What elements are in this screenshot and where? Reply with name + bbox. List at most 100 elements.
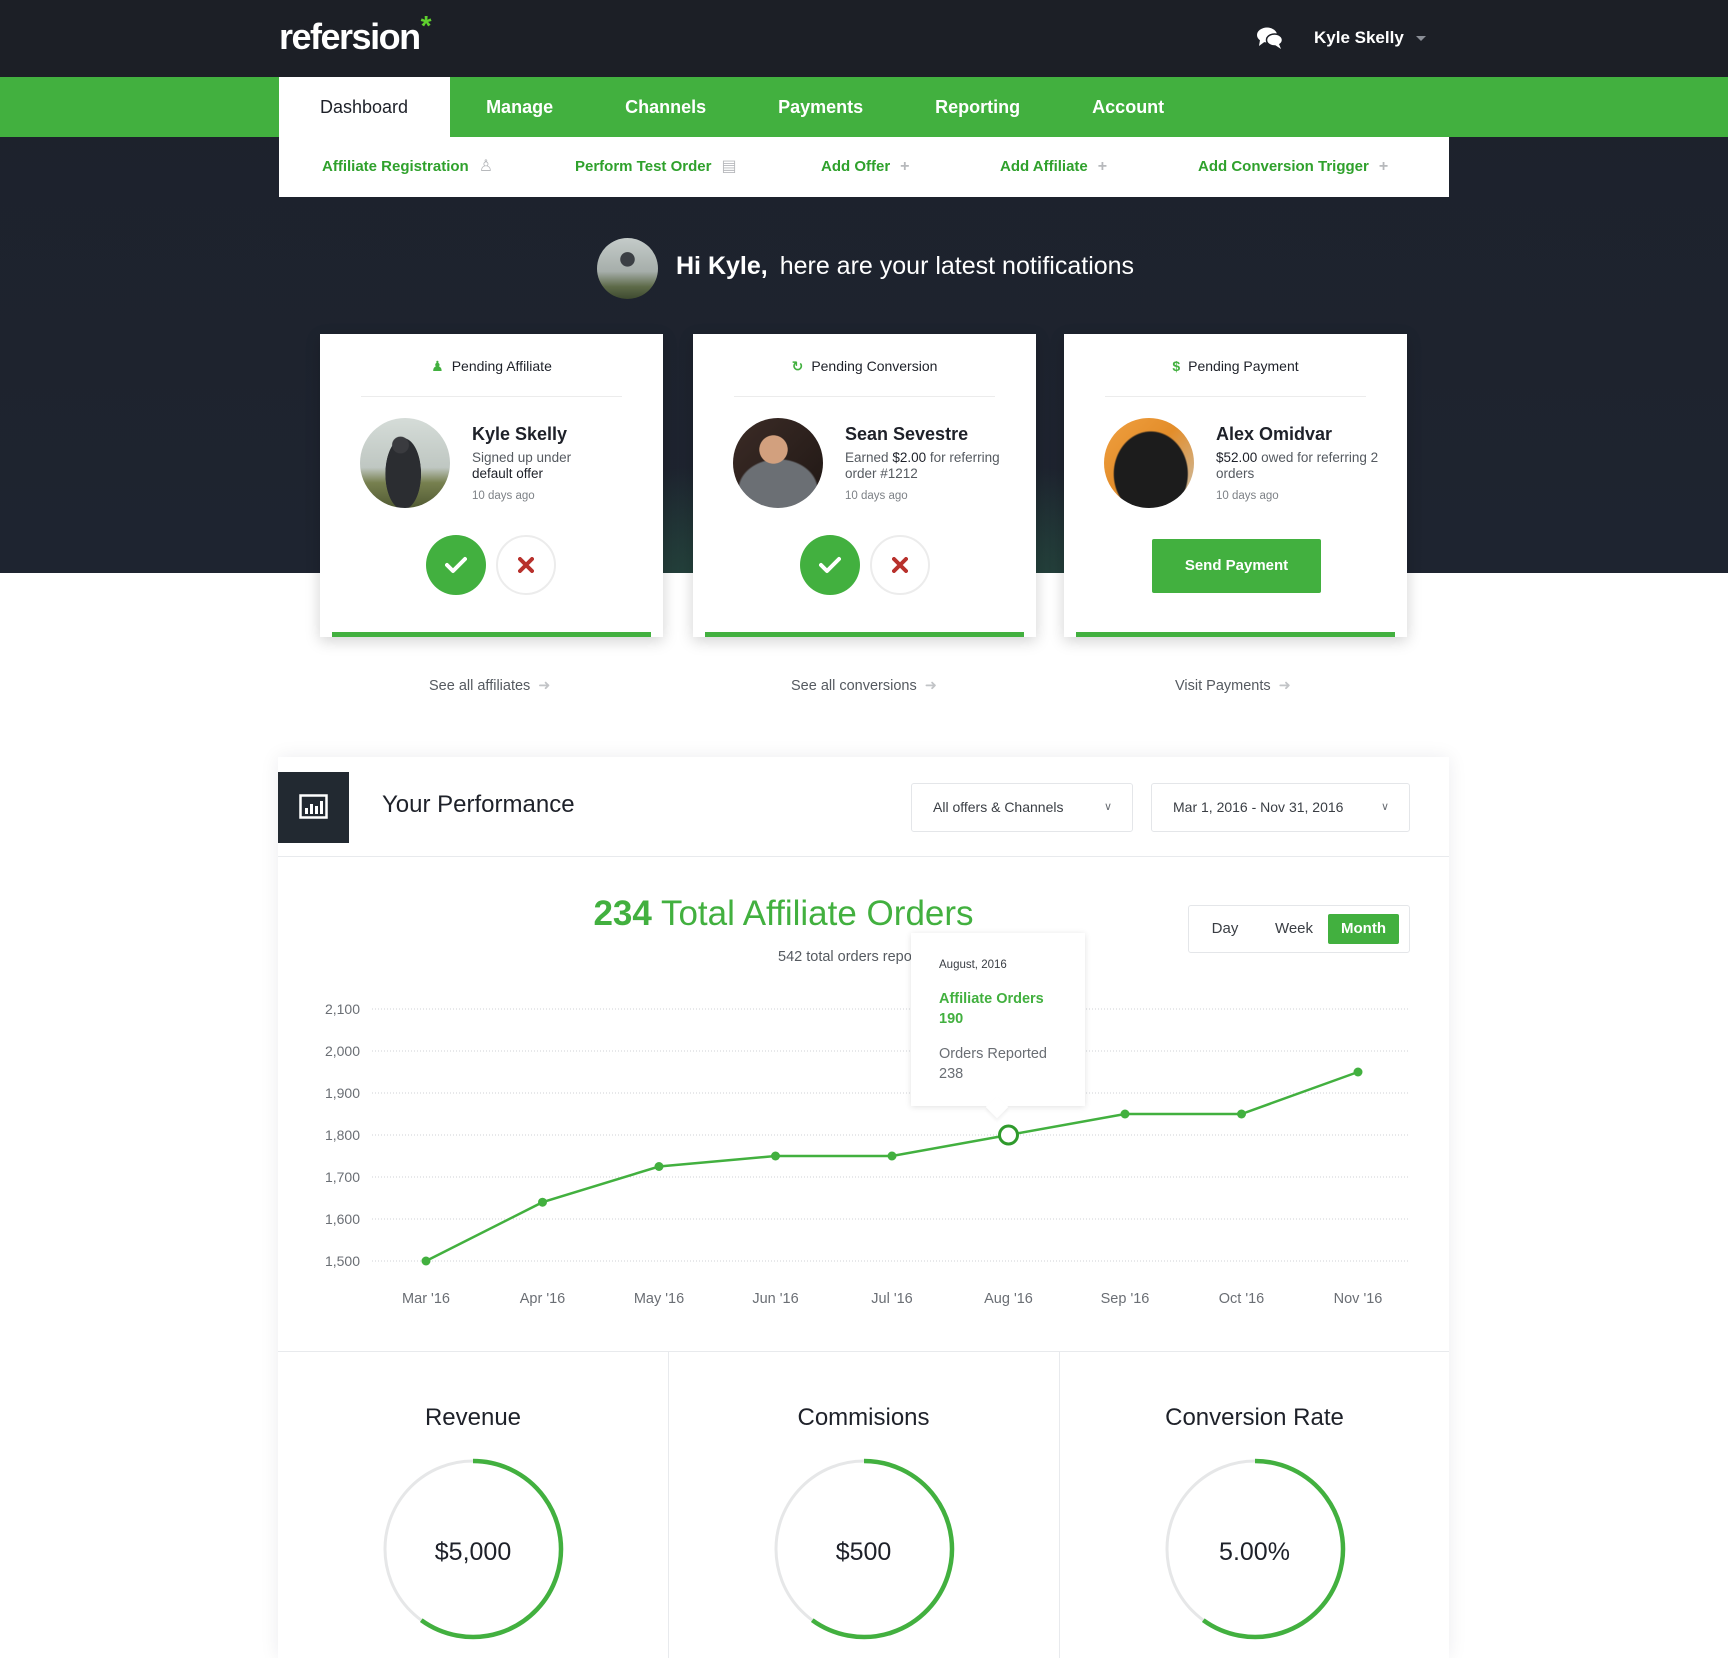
card-time: 10 days ago bbox=[1216, 490, 1279, 502]
metric-commissions: Commisions $500 bbox=[668, 1352, 1058, 1658]
data-point bbox=[1237, 1109, 1246, 1119]
metric-title: Revenue bbox=[424, 1404, 522, 1431]
arrow-right-icon: ➜ bbox=[924, 678, 937, 694]
main-nav: Dashboard Manage Channels Payments Repor… bbox=[279, 77, 1200, 137]
link-label: See all conversions bbox=[791, 678, 917, 694]
quick-add-offer[interactable]: Add Offer + bbox=[821, 137, 910, 197]
user-avatar[interactable] bbox=[597, 238, 658, 299]
link-label: Visit Payments bbox=[1175, 678, 1271, 694]
data-point bbox=[654, 1162, 664, 1171]
x-tick-label: Mar '16 bbox=[402, 1291, 450, 1307]
y-tick-label: 2,000 bbox=[325, 1043, 360, 1059]
user-icon: ♙ bbox=[478, 158, 494, 175]
user-name: Kyle Skelly bbox=[1314, 28, 1404, 47]
approve-button[interactable] bbox=[426, 535, 486, 595]
y-tick-label: 2,100 bbox=[325, 1001, 360, 1017]
y-tick-label: 1,900 bbox=[325, 1085, 360, 1101]
metric-title: Conversion Rate bbox=[1165, 1404, 1344, 1431]
greeting-hello: Hi Kyle, bbox=[676, 252, 768, 280]
nav-manage[interactable]: Manage bbox=[450, 77, 589, 137]
card-pending-affiliate: ♟ Pending Affiliate Kyle Skelly Signed up… bbox=[320, 334, 663, 637]
close-icon bbox=[892, 557, 908, 573]
chat-bubbles-icon[interactable] bbox=[1256, 26, 1284, 50]
desc-strong: $52.00 bbox=[1216, 450, 1258, 465]
logo[interactable]: refersion* bbox=[279, 10, 432, 58]
arrow-right-icon: ➜ bbox=[1278, 678, 1291, 694]
metric-value: $500 bbox=[835, 1538, 892, 1566]
y-tick-label: 1,800 bbox=[325, 1127, 360, 1143]
card-time: 10 days ago bbox=[845, 490, 908, 502]
card-pending-conversion: ↻ Pending Conversion Sean Sevestre Earned… bbox=[693, 334, 1036, 637]
card-title: Pending Conversion bbox=[811, 358, 938, 374]
y-tick-label: 1,500 bbox=[325, 1253, 360, 1269]
tooltip-date: August, 2016 bbox=[939, 959, 1007, 971]
tooltip-affiliate-label: Affiliate Orders bbox=[939, 991, 1044, 1007]
divider bbox=[361, 396, 622, 397]
greeting: Hi Kyle, here are your latest notificatio… bbox=[676, 252, 1134, 281]
reject-button[interactable] bbox=[496, 535, 556, 595]
quick-perform-test-order[interactable]: Perform Test Order ▤ bbox=[575, 137, 737, 197]
close-icon bbox=[518, 557, 534, 573]
desc-strong: default offer bbox=[472, 466, 544, 481]
quick-actions-bar: Affiliate Registration ♙ Perform Test Ord… bbox=[279, 137, 1449, 197]
divider bbox=[1105, 396, 1366, 397]
plus-icon: + bbox=[1378, 158, 1389, 175]
caret-down-icon bbox=[1415, 36, 1426, 42]
quick-action-label: Add Affiliate bbox=[1000, 158, 1088, 175]
data-point bbox=[1353, 1067, 1363, 1077]
affiliate-name: Alex Omidvar bbox=[1216, 424, 1333, 444]
nav-channels[interactable]: Channels bbox=[589, 77, 742, 137]
quick-add-affiliate[interactable]: Add Affiliate + bbox=[1000, 137, 1107, 197]
affiliate-name: Sean Sevestre bbox=[845, 424, 969, 444]
dollar-icon: $ bbox=[1172, 358, 1181, 374]
card-header: ♟ Pending Affiliate bbox=[320, 358, 663, 375]
nav-account[interactable]: Account bbox=[1056, 77, 1200, 137]
quick-add-conversion-trigger[interactable]: Add Conversion Trigger + bbox=[1198, 137, 1388, 197]
check-icon bbox=[819, 557, 841, 573]
top-bar: refersion* Kyle Skelly bbox=[0, 0, 1728, 77]
see-all-affiliates-link[interactable]: See all affiliates ➜ bbox=[429, 678, 550, 694]
quick-action-label: Perform Test Order bbox=[575, 158, 712, 175]
quick-affiliate-registration[interactable]: Affiliate Registration ♙ bbox=[322, 137, 493, 197]
reject-button[interactable] bbox=[870, 535, 930, 595]
nav-payments[interactable]: Payments bbox=[742, 77, 899, 137]
chart-tooltip: August, 2016 Affiliate Orders 190 Orders… bbox=[911, 933, 1085, 1106]
plus-icon: + bbox=[1097, 158, 1108, 175]
card-header: $ Pending Payment bbox=[1064, 358, 1407, 374]
nav-reporting[interactable]: Reporting bbox=[899, 77, 1056, 137]
y-tick-label: 1,700 bbox=[325, 1169, 360, 1185]
affiliate-name: Kyle Skelly bbox=[472, 424, 568, 444]
see-all-conversions-link[interactable]: See all conversions ➜ bbox=[791, 678, 937, 694]
data-point bbox=[421, 1256, 431, 1266]
card-title: Pending Payment bbox=[1188, 358, 1299, 374]
desc-prefix: Earned bbox=[845, 450, 889, 465]
affiliate-avatar bbox=[1104, 418, 1194, 508]
tooltip-reported-label: Orders Reported bbox=[939, 1046, 1047, 1062]
tooltip-reported-value: 238 bbox=[939, 1066, 964, 1082]
affiliate-avatar bbox=[733, 418, 823, 508]
desc-prefix: Signed up under bbox=[472, 450, 572, 465]
metric-value: 5.00% bbox=[1219, 1538, 1290, 1566]
data-point bbox=[771, 1151, 780, 1161]
affiliate-avatar bbox=[360, 418, 450, 508]
x-tick-label: Aug '16 bbox=[984, 1291, 1033, 1307]
card-description: $52.00 owed for referring 2 orders bbox=[1216, 450, 1391, 482]
send-payment-button[interactable]: Send Payment bbox=[1152, 539, 1321, 593]
approve-button[interactable] bbox=[800, 535, 860, 595]
plus-icon: + bbox=[900, 158, 910, 175]
greeting-message: here are your latest notifications bbox=[779, 252, 1135, 280]
visit-payments-link[interactable]: Visit Payments ➜ bbox=[1175, 678, 1291, 694]
nav-dashboard[interactable]: Dashboard bbox=[279, 77, 451, 137]
performance-panel: Your Performance All offers & Channels ∨ … bbox=[278, 757, 1449, 1658]
data-point bbox=[538, 1197, 547, 1207]
refresh-icon: ↻ bbox=[791, 358, 804, 374]
metric-value: $5,000 bbox=[434, 1538, 512, 1566]
highlighted-data-point bbox=[998, 1124, 1019, 1146]
user-icon: ♟ bbox=[431, 358, 444, 374]
quick-action-label: Affiliate Registration bbox=[322, 158, 469, 175]
metric-conversion-rate: Conversion Rate 5.00% bbox=[1059, 1352, 1449, 1658]
card-pending-payment: $ Pending Payment Alex Omidvar $52.00 owe… bbox=[1064, 334, 1407, 637]
divider bbox=[734, 396, 995, 397]
y-tick-label: 1,600 bbox=[325, 1211, 360, 1227]
user-menu[interactable]: Kyle Skelly bbox=[1314, 28, 1426, 48]
